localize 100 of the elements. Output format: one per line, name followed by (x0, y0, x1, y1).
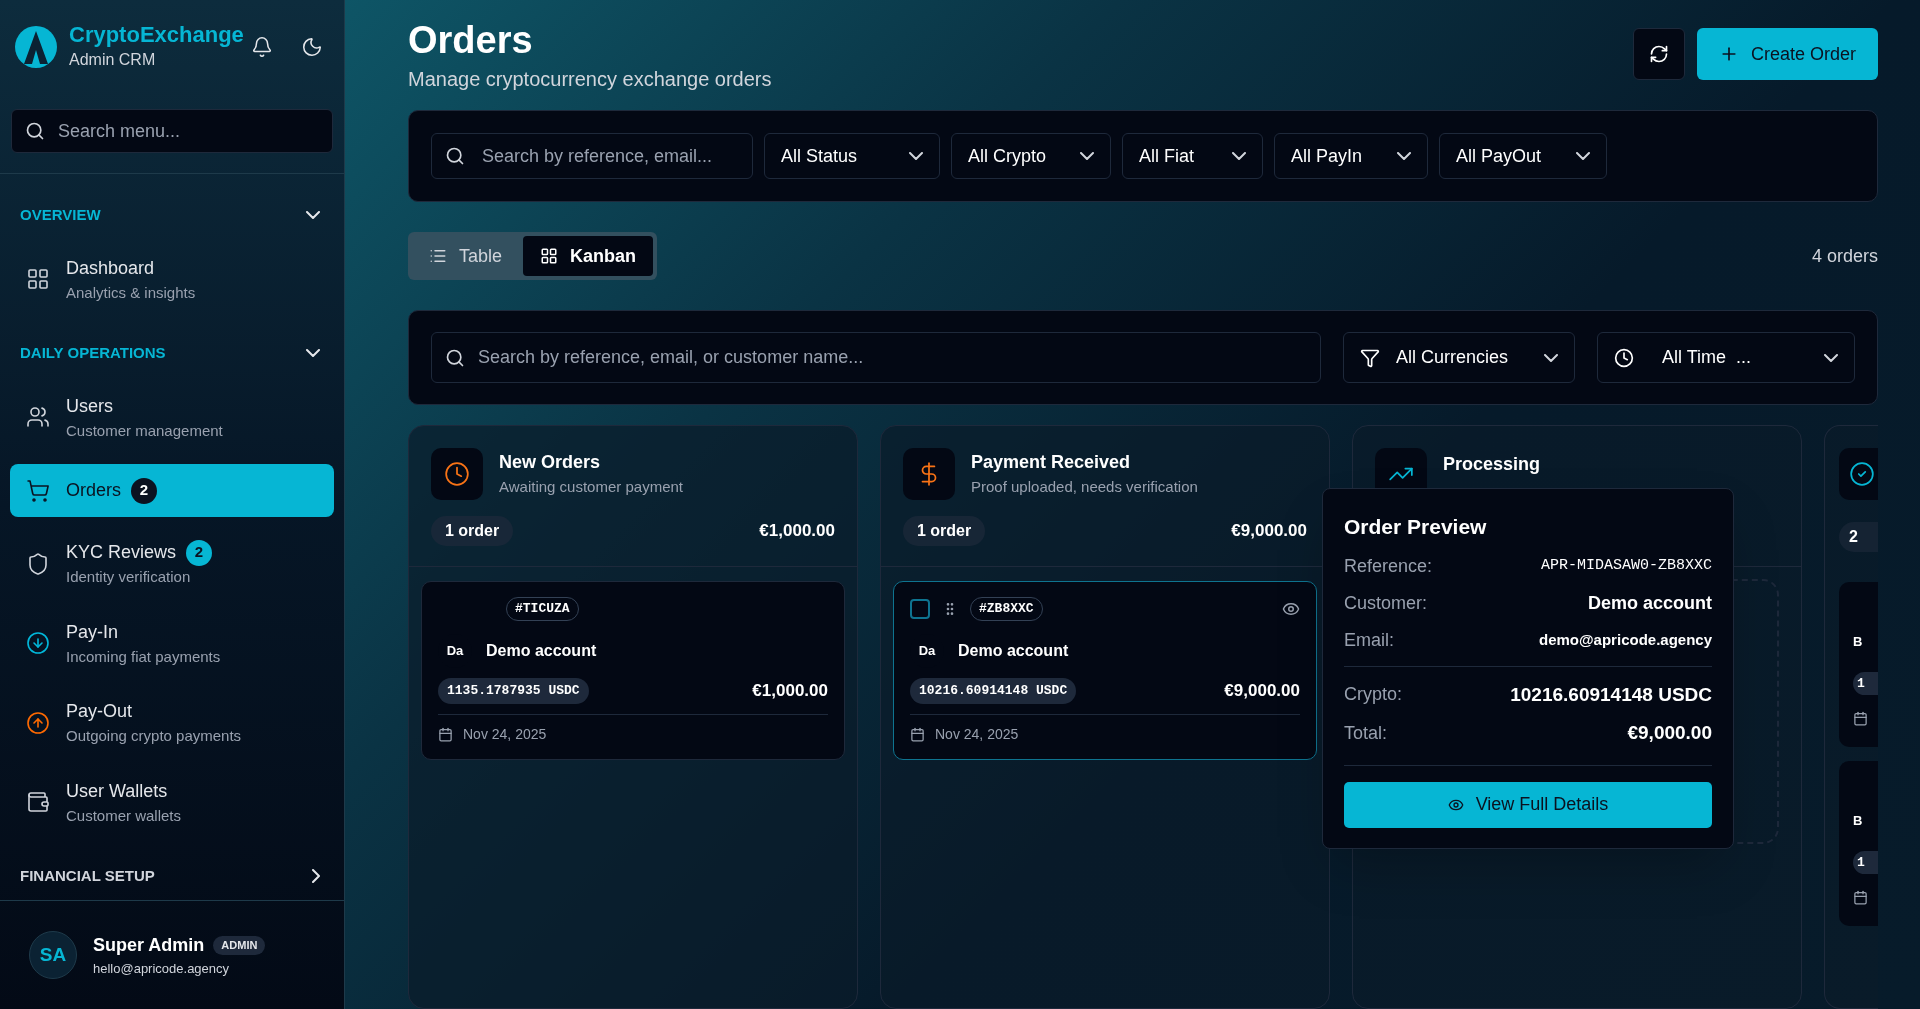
filter-dropdown[interactable]: All PayOut (1439, 133, 1607, 179)
calendar-icon (1853, 711, 1868, 726)
detail-value: APR-MIDASAW0-ZB8XXC (1540, 555, 1712, 576)
column-title: New Orders (499, 451, 602, 475)
create-order-button[interactable]: Create Order (1696, 28, 1878, 80)
logo-icon (15, 26, 57, 68)
detail-label: Reference: (1344, 554, 1433, 578)
detail-value: Demo account (1587, 591, 1712, 615)
search-icon (445, 347, 465, 368)
chevron-down-icon (1576, 152, 1590, 160)
notifications-icon[interactable] (251, 36, 273, 58)
customer-name: Demo account (958, 641, 1069, 661)
filter-dropdown[interactable]: All Fiat (1122, 133, 1263, 179)
wallet-icon (26, 790, 50, 815)
detail-value: demo@apricode.agency (1539, 629, 1712, 650)
column-total: €1,000.00 (759, 520, 835, 543)
chevron-down-icon (1232, 152, 1246, 160)
dashboard-icon (26, 267, 50, 292)
search-field[interactable]: Search by reference, email... (431, 133, 753, 179)
time-dropdown[interactable]: All Time ... (1597, 332, 1855, 383)
customer-avatar: B (1853, 812, 1864, 830)
popover-title: Order Preview (1344, 514, 1488, 540)
brand-subtitle: Admin CRM (69, 50, 157, 70)
column-subtitle: Awaiting customer payment (499, 477, 683, 498)
item-label: KYC Reviews (66, 541, 177, 564)
page-subtitle: Manage cryptocurrency exchange orders (408, 67, 772, 92)
section-header[interactable]: OVERVIEW (0, 204, 344, 227)
sidebar-item[interactable]: User Wallets Customer wallets (10, 769, 334, 835)
sidebar-item[interactable]: Dashboard Analytics & insights (10, 246, 334, 312)
order-card[interactable]: #ZB8XXC Da Demo account 10216.60914148 USDC €9,000.00 Nov 24, 2025 (893, 581, 1317, 760)
filter-dropdown[interactable]: All Crypto (951, 133, 1111, 179)
customer-avatar: B (1853, 633, 1864, 651)
order-card[interactable]: #TICUZA Da Demo account 1135.1787935 USDC €1,000.00 Nov 24, 2025 (421, 581, 845, 760)
column-title: Processing (1443, 452, 1541, 476)
crypto-amount: 10216.60914148 USDC (910, 678, 1077, 704)
page-title: Orders (408, 18, 534, 63)
section-title: OVERVIEW (20, 205, 101, 225)
detail-label: Email: (1344, 628, 1394, 652)
order-date: Nov 24, 2025 (463, 724, 547, 744)
order-count: 1 order (903, 516, 986, 546)
section-title: DAILY OPERATIONS (20, 343, 166, 363)
chevron-down-icon (1824, 353, 1838, 362)
refresh-button[interactable] (1632, 28, 1685, 80)
sidebar-item[interactable]: Orders 2 (10, 464, 334, 517)
grid-icon (540, 247, 559, 265)
arrow-down-circle-icon (26, 631, 50, 656)
filter-dropdown[interactable]: All PayIn (1274, 133, 1428, 179)
search-field[interactable]: Search by reference, email, or customer name... (431, 332, 1321, 383)
search-icon (445, 146, 465, 166)
preview-icon[interactable] (1282, 600, 1300, 618)
sidebar-item[interactable]: Pay-In Incoming fiat payments (10, 610, 334, 676)
sidebar-item[interactable]: Pay-Out Outgoing crypto payments (10, 690, 334, 756)
column-title: Payment Received (971, 451, 1132, 475)
count-badge: 2 (131, 477, 157, 504)
item-label: Pay-Out (66, 700, 133, 723)
order-total-count: 4 orders (1811, 244, 1878, 268)
calendar-icon (910, 726, 925, 742)
fiat-amount: €9,000.00 (1224, 680, 1300, 702)
item-label: Users (66, 394, 113, 418)
user-email: hello@apricode.agency (93, 959, 231, 978)
crypto-amount: 1135.1787935 USDC (438, 678, 589, 704)
item-subtitle: Customer management (66, 420, 223, 441)
chevron-down-icon (909, 152, 923, 160)
checkbox[interactable] (910, 599, 930, 619)
item-label: Dashboard (66, 256, 155, 280)
calendar-icon (438, 726, 453, 742)
customer-name: Demo account (486, 641, 597, 661)
user-avatar: SA (29, 931, 77, 979)
item-subtitle: Incoming fiat payments (66, 646, 221, 667)
item-label: User Wallets (66, 779, 168, 803)
chevron-down-icon (1544, 353, 1558, 362)
item-label: Orders (66, 479, 121, 502)
item-label: Pay-In (66, 620, 119, 644)
crypto-amount: 1 (1853, 671, 1878, 695)
list-icon (429, 247, 447, 265)
user-name: Super Admin (93, 933, 205, 957)
section-header[interactable]: FINANCIAL SETUP (0, 865, 344, 888)
moon-icon[interactable] (301, 36, 323, 58)
item-subtitle: Outgoing crypto payments (66, 726, 242, 746)
detail-label: Crypto: (1344, 683, 1403, 707)
sidebar-item[interactable]: Users Customer management (10, 384, 334, 450)
view-tab[interactable]: Kanban (523, 236, 654, 276)
view-tab[interactable]: Table (412, 236, 520, 276)
currency-dropdown[interactable]: All Currencies (1343, 332, 1575, 383)
filter-dropdown[interactable]: All Status (764, 133, 940, 179)
fiat-amount: €1,000.00 (752, 680, 828, 702)
order-card[interactable]: B 1 (1839, 761, 1878, 926)
section-header[interactable]: DAILY OPERATIONS (0, 342, 344, 365)
detail-label: Total: (1344, 721, 1388, 745)
column-total: €9,000.00 (1231, 520, 1307, 543)
view-details-button[interactable]: View Full Details (1344, 781, 1712, 828)
refresh-icon (1648, 44, 1669, 64)
detail-label: Customer: (1344, 591, 1428, 615)
order-card[interactable]: B 1 (1839, 582, 1878, 747)
arrow-up-circle-icon (26, 710, 50, 735)
chevron-down-icon (1397, 152, 1411, 160)
section-title: FINANCIAL SETUP (20, 866, 155, 886)
search-field[interactable]: Search menu... (11, 109, 333, 153)
sidebar-item[interactable]: KYC Reviews 2 Identity verification (10, 531, 334, 597)
search-icon (25, 121, 45, 141)
